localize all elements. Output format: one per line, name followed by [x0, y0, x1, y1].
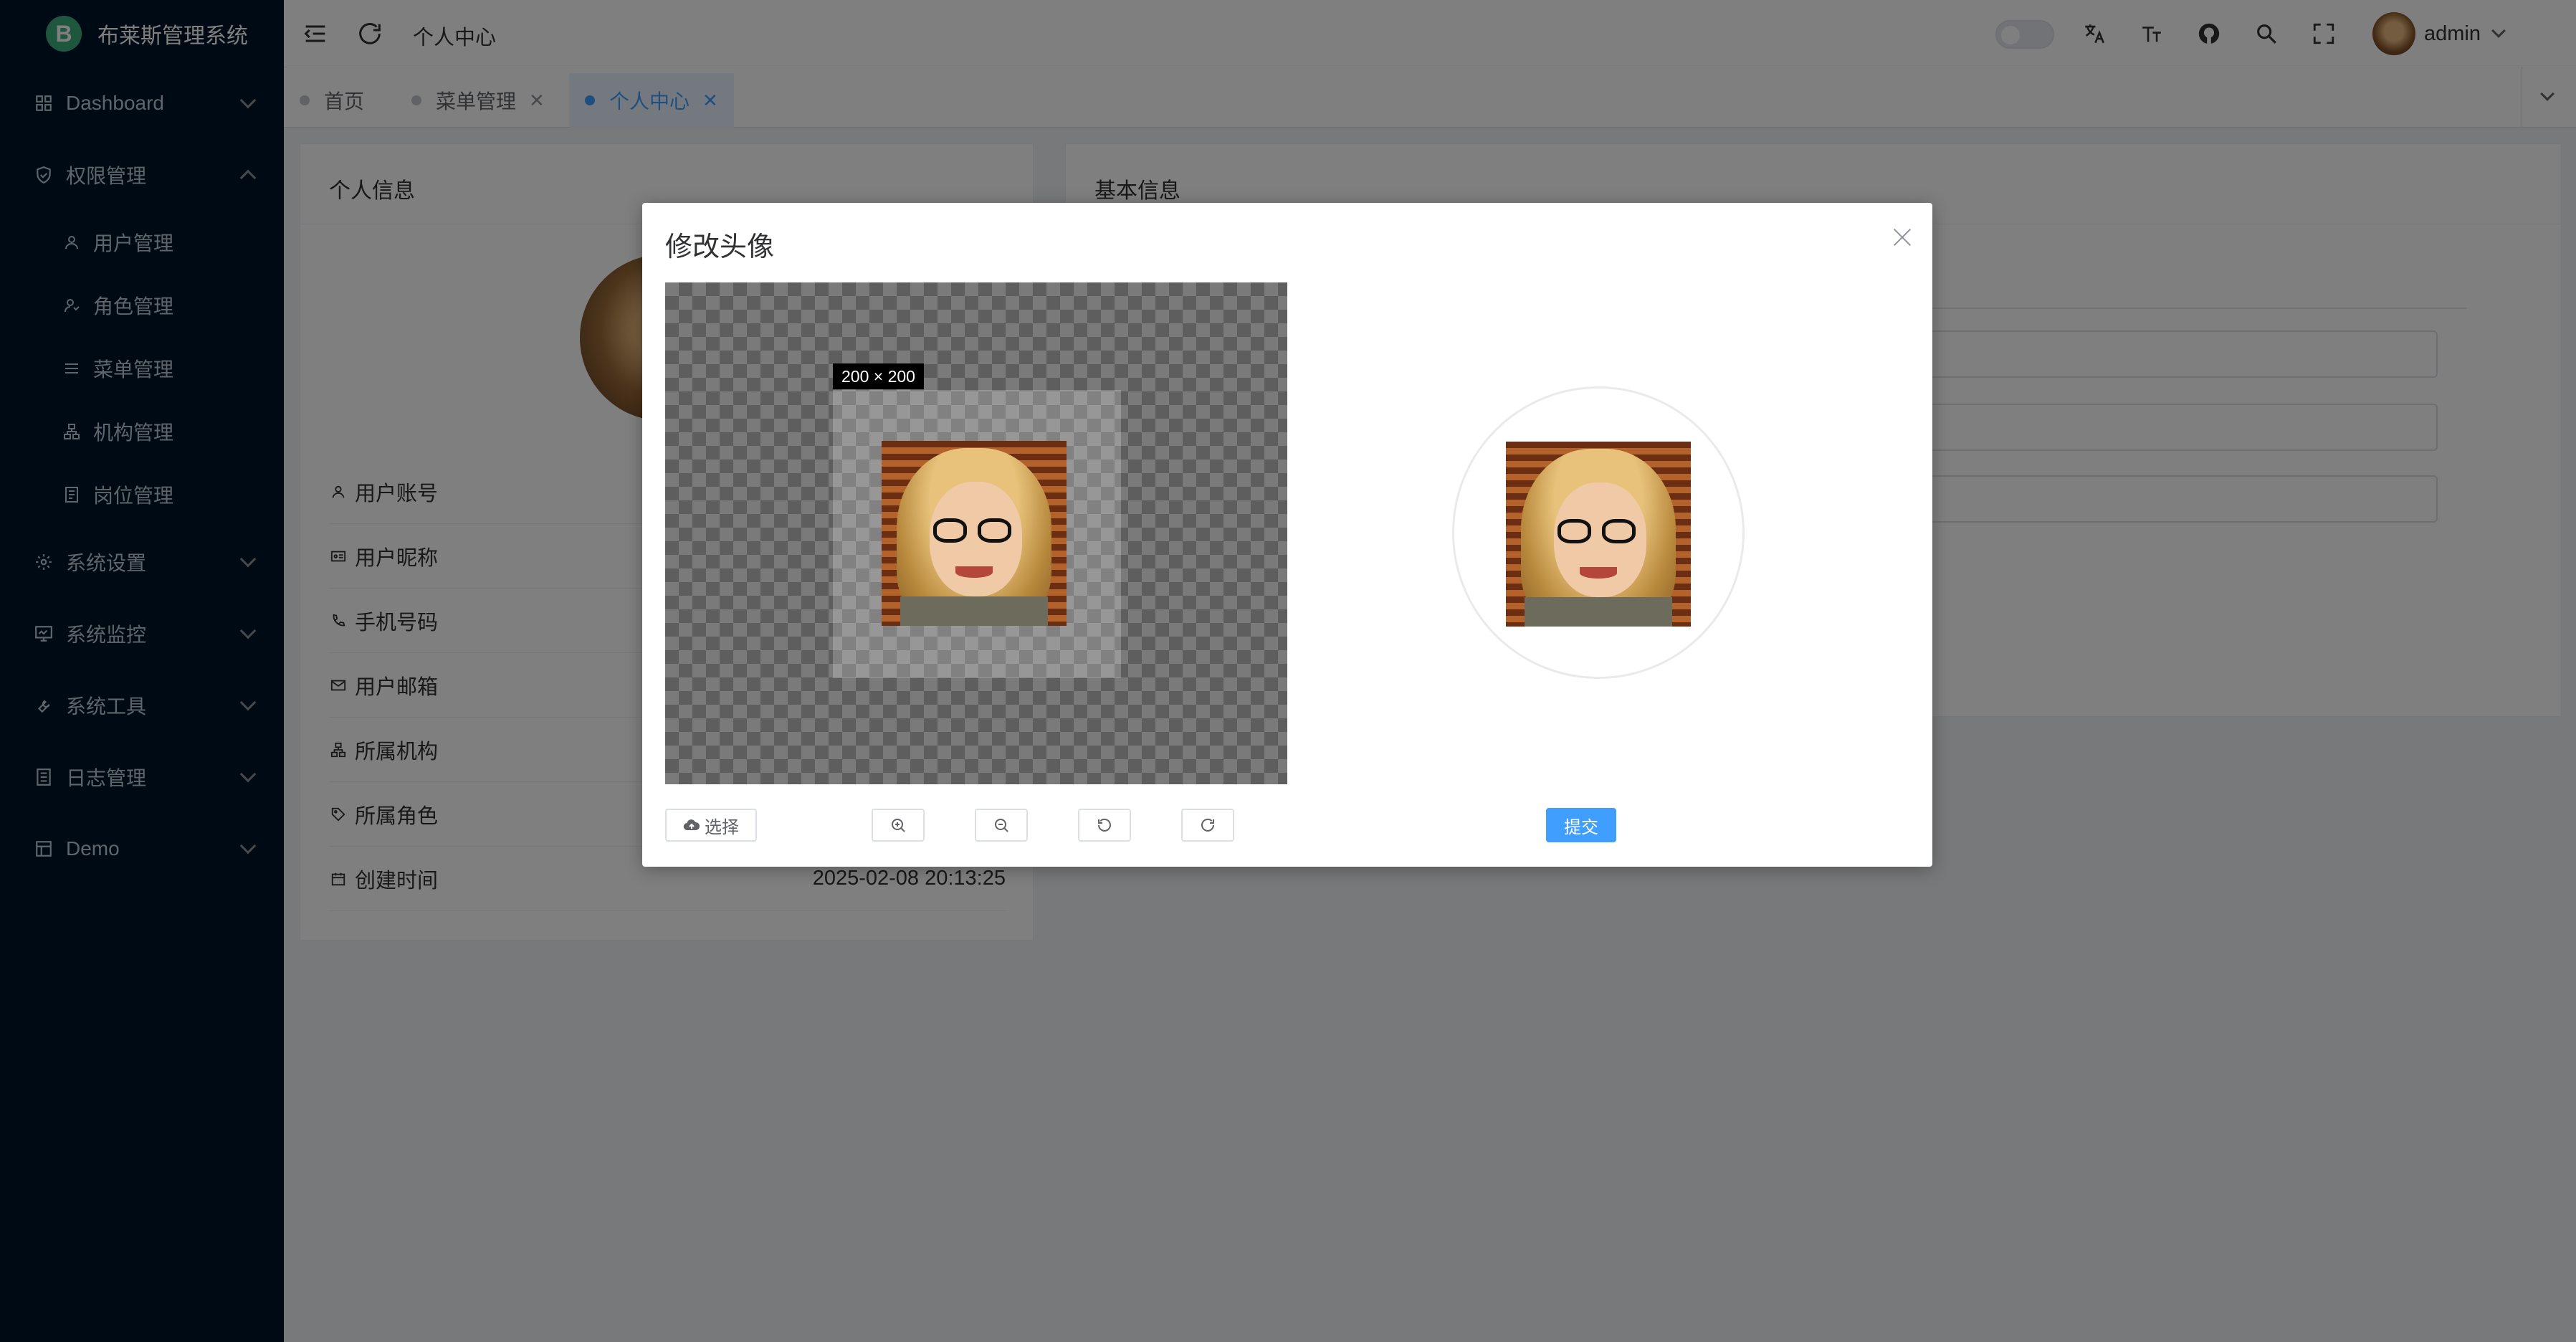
rotate-left-icon — [1098, 818, 1111, 832]
crop-size-label: 200 × 200 — [833, 363, 924, 389]
close-icon[interactable] — [1888, 223, 1917, 252]
select-image-button[interactable]: 选择 — [665, 809, 757, 842]
zoom-out-button[interactable] — [975, 809, 1028, 842]
rotate-right-button[interactable] — [1181, 809, 1234, 842]
zoom-in-button[interactable] — [872, 809, 925, 842]
avatar-dialog: 修改头像 200 × 200 选择 提交 — [642, 203, 1932, 867]
cloud-upload-icon — [683, 817, 700, 833]
dialog-title: 修改头像 — [665, 232, 775, 262]
zoom-out-icon — [995, 819, 1008, 832]
preview-image — [1506, 442, 1691, 627]
zoom-in-icon — [892, 819, 905, 832]
submit-button[interactable]: 提交 — [1546, 808, 1616, 842]
image-cropper[interactable]: 200 × 200 — [665, 282, 1287, 784]
rotate-right-icon — [1201, 818, 1214, 832]
select-label: 选择 — [705, 817, 739, 837]
crop-image[interactable] — [882, 441, 1067, 626]
rotate-left-button[interactable] — [1078, 809, 1131, 842]
